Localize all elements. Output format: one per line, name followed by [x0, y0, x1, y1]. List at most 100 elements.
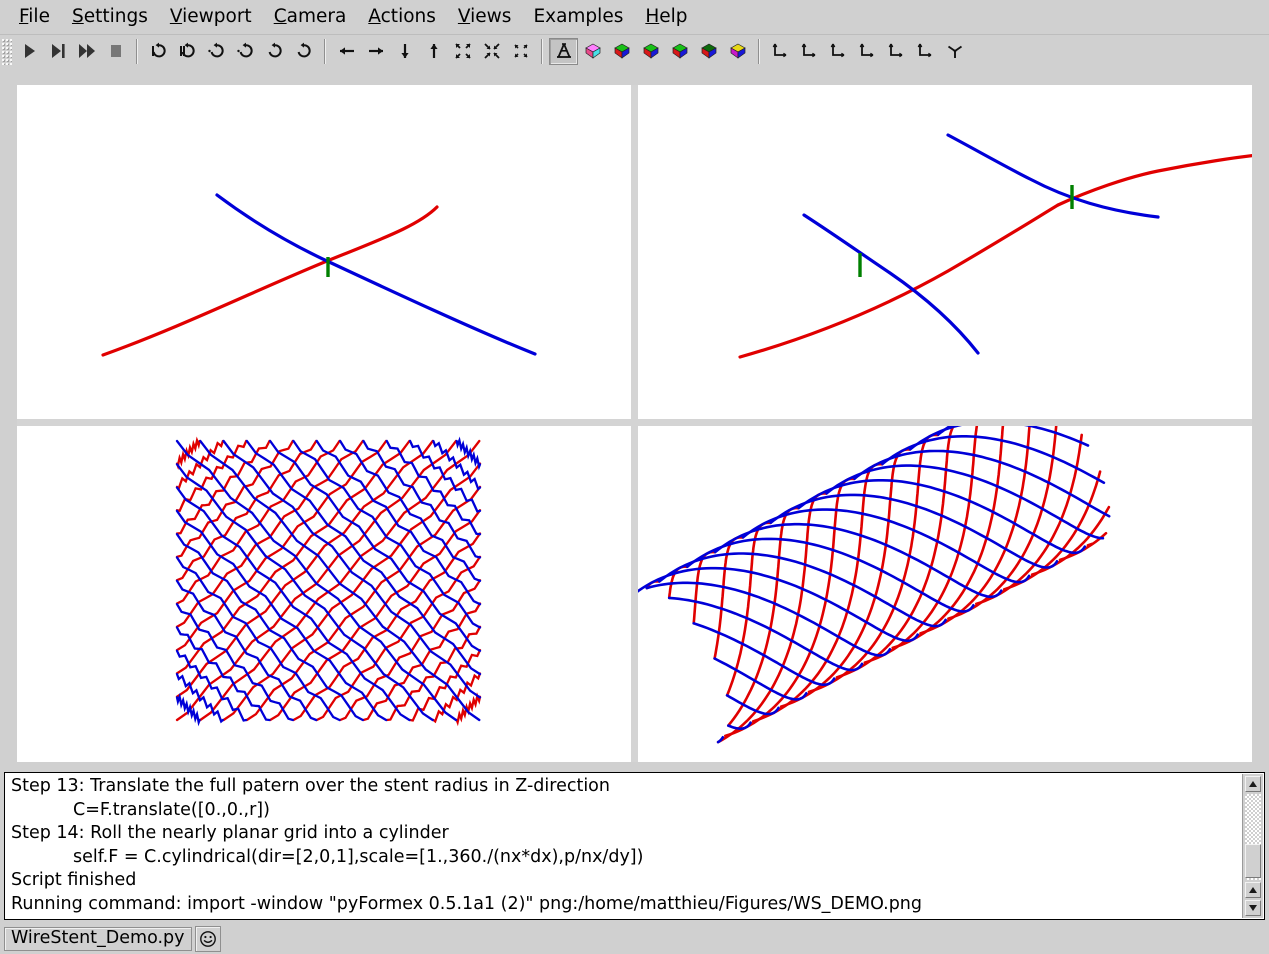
smiley-face-icon: [199, 931, 216, 947]
blue-wire: [215, 193, 537, 356]
blue-strand: [245, 439, 482, 676]
pyformex-window: File Settings Viewport Camera Actions Views Ex…: [0, 0, 1269, 954]
menu-camera[interactable]: Camera: [263, 5, 358, 30]
pan-down-button[interactable]: [390, 38, 419, 65]
axes-yx-button[interactable]: [911, 38, 940, 65]
view-left-button[interactable]: [694, 38, 723, 65]
triangle-up-icon: [1249, 887, 1257, 893]
triangle-down-icon: [1249, 905, 1257, 911]
menu-help[interactable]: Help: [634, 5, 698, 30]
perspective-icon: [554, 41, 574, 61]
stop-icon: [106, 41, 126, 61]
zoom-all-button[interactable]: [448, 38, 477, 65]
stent-drawing: [638, 426, 1111, 744]
continue-button[interactable]: [72, 38, 101, 65]
blue-strand: [175, 533, 364, 722]
pan-right-button[interactable]: [361, 38, 390, 65]
arrow-left-icon: [337, 41, 357, 61]
canvas-area: [17, 85, 1252, 762]
axes-6-icon: [916, 41, 936, 61]
cube-green-red-icon: [612, 41, 632, 61]
axes-yz-button[interactable]: [795, 38, 824, 65]
axes-tripod-icon: [945, 41, 965, 61]
viewport-base-cell[interactable]: [17, 85, 631, 419]
axes-xz-button[interactable]: [766, 38, 795, 65]
play-icon: [19, 41, 39, 61]
log-line: C=F.translate([0.,0.,r]): [73, 799, 270, 820]
cube-darkgreen-icon: [699, 41, 719, 61]
toolbar-separator: [758, 38, 760, 64]
zoom-in-icon: [482, 41, 502, 61]
toolbar-drag-handle[interactable]: [1, 37, 12, 65]
axes-zx-button[interactable]: [882, 38, 911, 65]
viewport-cylindrical-stent[interactable]: [638, 426, 1252, 762]
viewport-planar-grid[interactable]: [17, 426, 631, 762]
view-front-button[interactable]: [607, 38, 636, 65]
smiley-status-button[interactable]: [194, 926, 221, 952]
double-cell-drawing: [738, 133, 1252, 359]
red-strand: [175, 439, 364, 628]
perspective-toggle-button[interactable]: [549, 37, 578, 65]
pan-up-button[interactable]: [419, 38, 448, 65]
message-board-text[interactable]: Step 13: Translate the full patern over …: [5, 773, 1242, 919]
stop-button[interactable]: [101, 38, 130, 65]
step-icon: [48, 41, 68, 61]
zoom-out-icon: [511, 41, 531, 61]
cylinder-wires: [638, 426, 1111, 744]
axes-4-icon: [858, 41, 878, 61]
axes-xy-button[interactable]: [853, 38, 882, 65]
cube-green-red2-icon: [641, 41, 661, 61]
axes-iso-button[interactable]: [940, 38, 969, 65]
arrow-up-icon: [424, 41, 444, 61]
zoom-out-button[interactable]: [506, 38, 535, 65]
log-line: Running command: import -window "pyForme…: [11, 893, 922, 914]
zoom-in-button[interactable]: [477, 38, 506, 65]
rotate-left-icon: [149, 41, 169, 61]
rotate-up-button[interactable]: [202, 38, 231, 65]
scrollbar-thumb[interactable]: [1245, 844, 1261, 878]
rotate-left-button[interactable]: [144, 38, 173, 65]
rotate-cw-button[interactable]: [260, 38, 289, 65]
scroll-down-button[interactable]: [1245, 900, 1261, 916]
scroll-up-button[interactable]: [1245, 776, 1261, 792]
base-cell-drawing: [101, 193, 537, 357]
axes-3-icon: [829, 41, 849, 61]
message-board-scrollbar[interactable]: [1242, 774, 1263, 918]
view-right-button[interactable]: [665, 38, 694, 65]
rotate-clockwise-icon: [265, 41, 285, 61]
menu-settings[interactable]: Settings: [61, 5, 159, 30]
rotate-counterclockwise-icon: [294, 41, 314, 61]
rotate-right-button[interactable]: [173, 38, 202, 65]
menu-bar: File Settings Viewport Camera Actions Views Ex…: [0, 0, 1269, 34]
pan-left-button[interactable]: [332, 38, 361, 65]
red-wire-upper: [1056, 154, 1252, 207]
view-back-button[interactable]: [636, 38, 665, 65]
menu-viewport[interactable]: Viewport: [159, 5, 263, 30]
viewport-double-cell[interactable]: [638, 85, 1252, 419]
view-all-button[interactable]: [578, 38, 607, 65]
log-line: Script finished: [11, 870, 137, 890]
axes-zy-button[interactable]: [824, 38, 853, 65]
arrow-down-icon: [395, 41, 415, 61]
menu-file[interactable]: File: [8, 5, 61, 30]
rotate-ccw-button[interactable]: [289, 38, 318, 65]
rotate-down-button[interactable]: [231, 38, 260, 65]
triangle-up-icon: [1249, 781, 1257, 787]
menu-views[interactable]: Views: [447, 5, 523, 30]
fast-forward-icon: [77, 41, 97, 61]
menu-examples[interactable]: Examples: [522, 5, 634, 30]
view-iso-button[interactable]: [723, 38, 752, 65]
step-button[interactable]: [43, 38, 72, 65]
message-board: Step 13: Translate the full patern over …: [4, 772, 1265, 920]
toolbar-separator: [136, 38, 138, 64]
cube-multicolor-icon: [583, 41, 603, 61]
rotate-up-icon: [207, 41, 227, 61]
play-button[interactable]: [14, 38, 43, 65]
axes-1-icon: [771, 41, 791, 61]
woven-grid: [175, 436, 482, 727]
scroll-up-button-bottom[interactable]: [1245, 882, 1261, 898]
axes-2-icon: [800, 41, 820, 61]
blue-wire-left: [802, 213, 980, 355]
status-bar: WireStent_Demo.py: [0, 924, 1269, 954]
menu-actions[interactable]: Actions: [357, 5, 447, 30]
